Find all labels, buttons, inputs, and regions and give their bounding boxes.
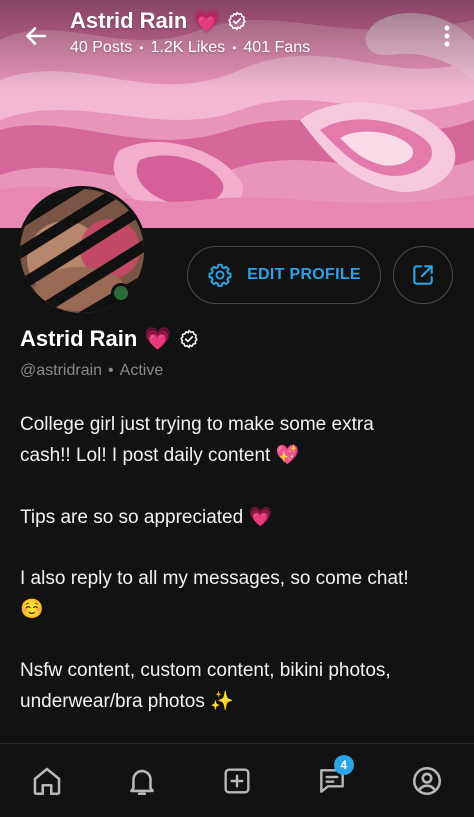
- edit-profile-button[interactable]: EDIT PROFILE: [187, 246, 381, 304]
- nav-add-post[interactable]: [213, 757, 261, 805]
- header-title: Astrid Rain 💗: [70, 8, 247, 34]
- home-icon: [34, 767, 61, 795]
- separator-dot: •: [139, 41, 144, 55]
- bio-line: College girl just trying to make some ex…: [20, 410, 460, 471]
- bio-text: Nsfw content, custom content, bikini pho…: [20, 660, 391, 681]
- likes-count: 1.2K Likes: [150, 39, 226, 56]
- header-stats: 40 Posts • 1.2K Likes • 401 Fans: [70, 39, 310, 57]
- profile-name: Astrid Rain: [20, 326, 138, 351]
- nav-notifications[interactable]: [118, 757, 166, 805]
- sparkle-heart-emoji: 💖: [275, 444, 300, 466]
- header-name: Astrid Rain: [70, 8, 188, 33]
- bell-icon: [130, 769, 155, 795]
- add-post-icon: [224, 767, 250, 794]
- sparkles-emoji: ✨: [210, 690, 234, 712]
- bottom-nav: 4: [0, 743, 474, 817]
- profile-name-row: Astrid Rain 💗: [20, 326, 199, 352]
- edit-profile-label: EDIT PROFILE: [247, 266, 361, 283]
- share-icon: [413, 265, 433, 285]
- bio-text: cash!! Lol! I post daily content: [20, 445, 271, 466]
- back-button[interactable]: [18, 18, 54, 54]
- handle-row: @astridrain • Active: [20, 362, 163, 380]
- separator-dot: •: [108, 362, 114, 379]
- nav-messages[interactable]: 4: [308, 754, 356, 805]
- bio-text: College girl just trying to make some ex…: [20, 414, 374, 435]
- bio-text: Tips are so so appreciated: [20, 507, 244, 528]
- bio-line: Tips are so so appreciated 💗: [20, 502, 460, 533]
- gear-icon: [208, 263, 232, 287]
- profile-bio: College girl just trying to make some ex…: [20, 410, 460, 717]
- heart-emoji: 💗: [248, 506, 273, 528]
- nav-home[interactable]: [23, 757, 71, 805]
- more-options-button[interactable]: [434, 18, 460, 54]
- smile-emoji: ☺️: [20, 598, 44, 620]
- profile-handle: @astridrain: [20, 362, 103, 379]
- profile-icon: [412, 766, 441, 795]
- share-button[interactable]: [393, 246, 453, 304]
- more-vertical-icon: [444, 25, 450, 47]
- verified-check-icon: [179, 329, 198, 349]
- heart-emoji: 💗: [193, 8, 221, 34]
- heart-emoji: 💗: [144, 326, 172, 352]
- online-status-dot: [111, 283, 131, 303]
- nav-profile[interactable]: [403, 757, 451, 805]
- bio-text: underwear/bra photos: [20, 691, 205, 712]
- bio-line: I also reply to all my messages, so come…: [20, 564, 460, 625]
- profile-status: Active: [119, 362, 164, 379]
- bio-text: I also reply to all my messages, so come…: [20, 568, 409, 589]
- arrow-left-icon: [26, 27, 46, 45]
- messages-badge: 4: [333, 754, 354, 775]
- bio-line: Nsfw content, custom content, bikini pho…: [20, 656, 460, 717]
- posts-count: 40 Posts: [70, 39, 133, 56]
- fans-count: 401 Fans: [243, 39, 311, 56]
- separator-dot: •: [232, 41, 237, 55]
- verified-check-icon: [227, 11, 246, 31]
